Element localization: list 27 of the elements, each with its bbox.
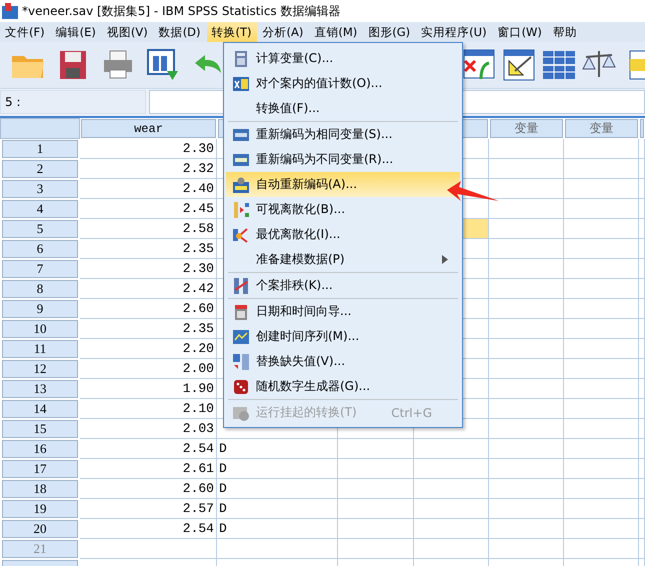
table-cell: D (217, 479, 338, 499)
table-cell: 2.10 (80, 399, 217, 419)
table-cell: 2.03 (80, 419, 217, 439)
table-cell: 2.45 (80, 199, 217, 219)
table-cell: 2.00 (80, 359, 217, 379)
table-cell: 2.58 (80, 219, 217, 239)
table-cell: 2.40 (80, 179, 217, 199)
table-cell: D (217, 459, 338, 479)
table-cell: 2.60 (80, 479, 217, 499)
table-cell: 2.54 (80, 439, 217, 459)
table-cell: 2.61 (80, 459, 217, 479)
table-cell: 2.30 (80, 259, 217, 279)
table-cell: 2.57 (80, 499, 217, 519)
table-cell: D (217, 439, 338, 459)
table-cell: 2.54 (80, 519, 217, 539)
table-cell: 2.20 (80, 339, 217, 359)
window-title: *veneer.sav [数据集5] - IBM SPSS Statistics 数据编辑器 (22, 2, 340, 20)
table-cell: 2.30 (80, 139, 217, 159)
table-cell: 2.35 (80, 319, 217, 339)
table-cell: 2.60 (80, 299, 217, 319)
table-cell: D (217, 519, 338, 539)
table-cell: 2.42 (80, 279, 217, 299)
table-cell: D (217, 499, 338, 519)
table-cell: 2.32 (80, 159, 217, 179)
table-cell: 1.90 (80, 379, 217, 399)
table-cell: 2.35 (80, 239, 217, 259)
cell-reference: 5 : (0, 90, 146, 114)
